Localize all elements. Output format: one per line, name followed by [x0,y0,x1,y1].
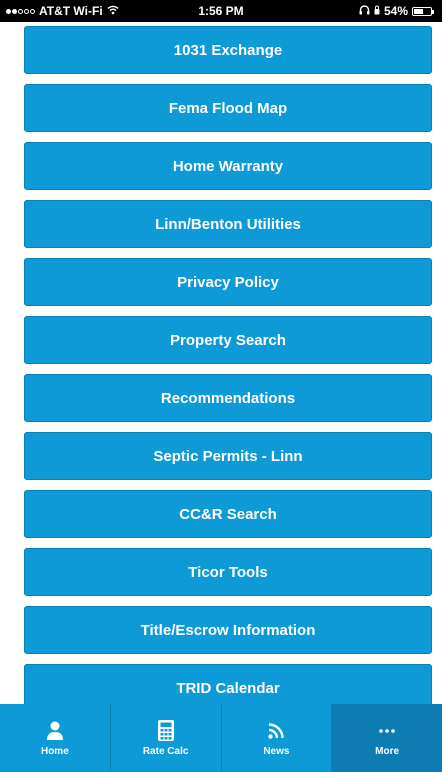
battery-icon [412,6,434,16]
status-bar: AT&T Wi-Fi 1:56 PM 54% [0,0,442,22]
menu-button[interactable]: 1031 Exchange [24,26,432,74]
menu-button[interactable]: CC&R Search [24,490,432,538]
menu-button[interactable]: Septic Permits - Linn [24,432,432,480]
battery-percent: 54% [383,4,408,18]
rss-icon [268,720,285,742]
tab-rate-calc-label: Rate Calc [142,745,189,757]
app-screen: AT&T Wi-Fi 1:56 PM 54% 1031 Exchange Fem… [0,0,442,772]
tab-more-label: More [375,745,400,757]
menu-button[interactable]: Recommendations [24,374,432,422]
menu-button[interactable]: TRID Calendar [24,664,432,704]
lock-rotation-icon [374,4,380,18]
menu-button[interactable]: Linn/Benton Utilities [24,200,432,248]
battery-level [414,8,423,14]
menu-button[interactable]: Property Search [24,316,432,364]
tab-rate-calc[interactable]: Rate Calc [109,704,221,772]
more-dots-icon [379,720,395,742]
tab-news-label: News [263,745,290,757]
headphones-icon [359,4,370,18]
tab-home-label: Home [40,745,69,757]
menu-button[interactable]: Ticor Tools [24,548,432,596]
menu-list[interactable]: 1031 Exchange Fema Flood Map Home Warranty… [24,21,432,704]
tab-more[interactable]: More [331,704,442,772]
menu-button[interactable]: Fema Flood Map [24,84,432,132]
calculator-icon [157,720,174,742]
tab-bar: Home Rate Calc News More [0,704,442,772]
menu-button[interactable]: Title/Escrow Information [24,606,432,654]
tab-home[interactable]: Home [0,704,110,772]
menu-button[interactable]: Privacy Policy [24,258,432,306]
person-icon [46,720,64,742]
status-right: 54% [359,4,434,18]
menu-button[interactable]: Home Warranty [24,142,432,190]
tab-news[interactable]: News [220,704,332,772]
